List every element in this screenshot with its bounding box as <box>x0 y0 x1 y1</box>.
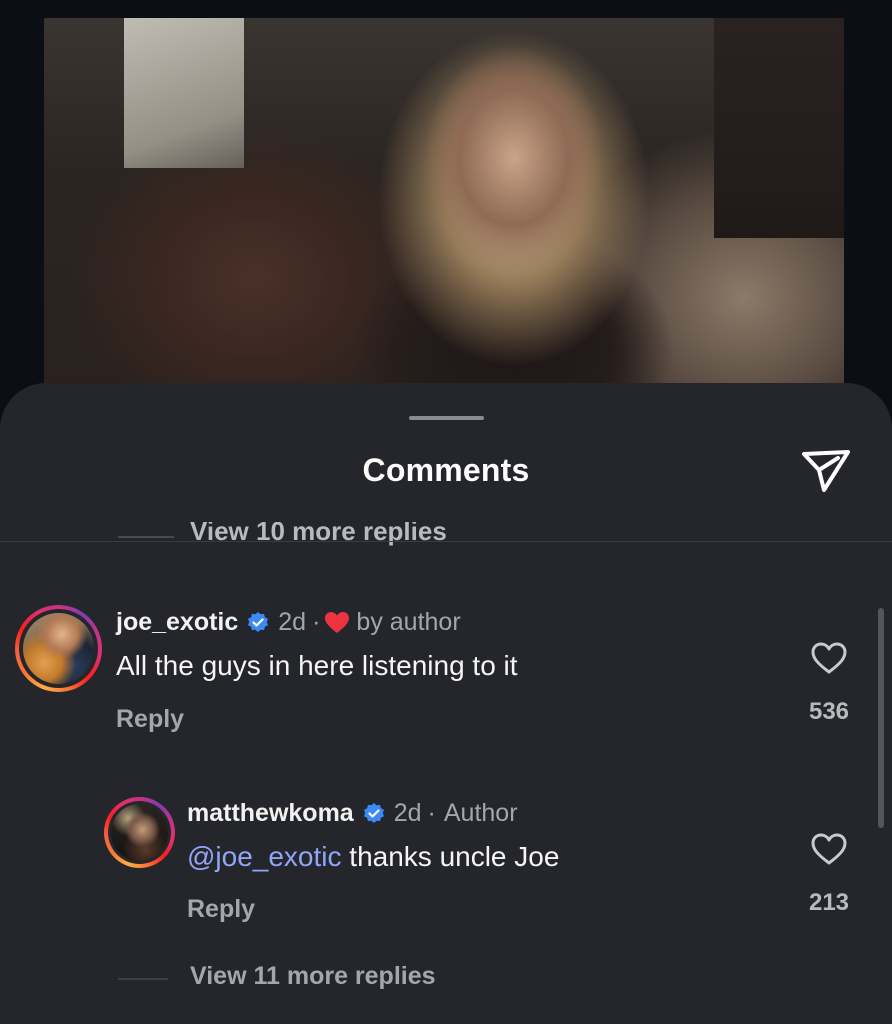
mention-link[interactable]: @joe_exotic <box>187 841 342 873</box>
liked-by-author: by author <box>356 608 461 636</box>
avatar-image <box>111 804 168 861</box>
comment-time: 2d <box>278 608 307 636</box>
like-count: 213 <box>808 889 850 916</box>
reply-row: Reply <box>187 895 255 924</box>
photo-window <box>124 18 244 168</box>
post-photo <box>44 18 844 398</box>
replies-divider-line <box>118 978 168 980</box>
photo-wall <box>714 18 844 238</box>
verified-badge-icon <box>363 802 384 823</box>
author-label: Author <box>443 799 518 827</box>
avatar-image <box>23 613 94 684</box>
meta-separator: · <box>312 608 321 636</box>
scrollbar[interactable] <box>878 608 884 828</box>
heart-outline-icon[interactable] <box>810 832 848 866</box>
header-divider <box>0 541 892 542</box>
reply-row: Reply <box>116 705 184 734</box>
paper-plane-icon[interactable] <box>800 446 852 494</box>
reply-text: thanks uncle Joe <box>341 841 560 872</box>
sheet-title: Comments <box>362 452 530 488</box>
heart-filled-icon <box>325 611 350 633</box>
view-more-replies-button[interactable]: View 11 more replies <box>190 962 436 991</box>
reply-body: @joe_exotic thanks uncle Joe <box>187 841 559 873</box>
reply-button[interactable]: Reply <box>116 705 184 734</box>
sheet-grabber[interactable] <box>409 416 484 420</box>
like-count: 536 <box>808 698 850 725</box>
reply-button[interactable]: Reply <box>187 895 255 924</box>
verified-badge-icon <box>248 611 269 632</box>
comment-username[interactable]: joe_exotic <box>116 608 238 637</box>
comment-text: All the guys in here listening to it <box>116 650 518 681</box>
reply-time: 2d <box>393 799 422 827</box>
reply-header: matthewkoma 2d · Author <box>187 799 518 828</box>
comment-body: All the guys in here listening to it <box>116 650 518 682</box>
view-more-replies-partial[interactable]: View 10 more replies <box>190 522 490 546</box>
meta-separator: · <box>427 799 436 827</box>
replies-divider-line <box>118 536 174 538</box>
heart-outline-icon[interactable] <box>810 641 848 675</box>
comment-header: joe_exotic 2d · by author <box>116 608 461 637</box>
reply-username[interactable]: matthewkoma <box>187 799 354 828</box>
